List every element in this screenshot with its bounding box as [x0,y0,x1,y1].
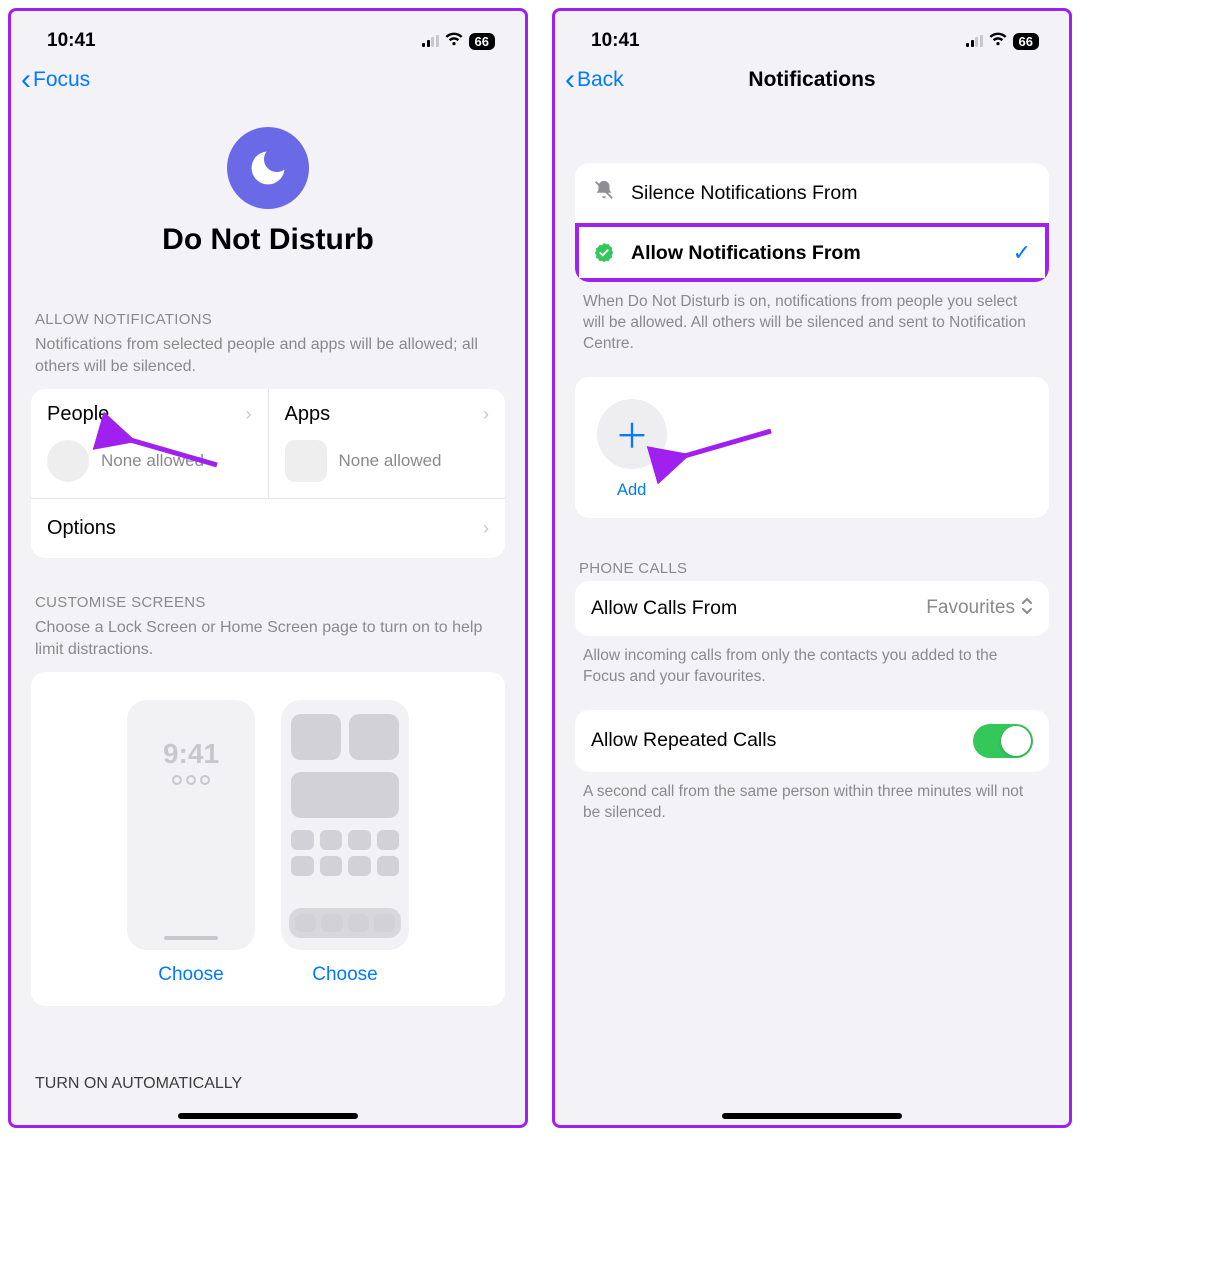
page-title: Notifications [555,68,1069,92]
allow-calls-value: Favourites [926,597,1015,619]
customise-desc: Choose a Lock Screen or Home Screen page… [31,615,505,672]
chevron-up-down-icon [1021,597,1033,619]
wifi-icon [445,32,463,51]
status-time: 10:41 [47,30,96,52]
home-screen-preview[interactable] [281,700,409,950]
home-screen-column: Choose [281,700,409,986]
status-bar: 10:41 66 [11,11,525,61]
add-label[interactable]: Add [617,481,1027,500]
nav-bar: ‹ Focus [11,61,525,109]
allow-card: People › None allowed Apps › N [31,389,505,558]
avatar-placeholder-icon [47,440,89,482]
allow-calls-row[interactable]: Allow Calls From Favourites [575,581,1049,636]
phone-left: 10:41 66 ‹ Focus Do Not Disturb ALLOW NO… [8,8,528,1128]
checkmark-icon: ✓ [1013,240,1031,266]
plus-icon: ＋ [615,409,649,458]
auto-header: TURN ON AUTOMATICALLY [35,1075,242,1093]
repeated-calls-row: Allow Repeated Calls [575,710,1049,772]
chevron-right-icon: › [483,518,489,539]
cellular-icon [422,35,439,47]
repeated-toggle[interactable] [973,724,1033,758]
screens-card: 9:41 Choose Choose [31,672,505,1006]
phone-calls-header: PHONE CALLS [575,536,1049,581]
back-button[interactable]: Back [577,68,624,92]
bell-slash-icon [593,179,615,207]
moon-icon [227,127,309,209]
lock-screen-column: 9:41 Choose [127,700,255,986]
selection-desc: When Do Not Disturb is on, notifications… [575,282,1049,355]
options-label: Options [47,517,116,540]
home-indicator[interactable] [722,1113,902,1119]
silence-label: Silence Notifications From [631,182,858,205]
app-placeholder-icon [285,440,327,482]
status-indicators: 66 [966,32,1039,51]
back-button[interactable]: Focus [33,68,90,92]
allow-row[interactable]: Allow Notifications From ✓ [575,223,1049,282]
add-button[interactable]: ＋ [597,399,667,469]
allow-notifications-desc: Notifications from selected people and a… [31,332,505,389]
chevron-right-icon: › [246,404,252,425]
options-row[interactable]: Options › [31,499,505,558]
people-cell[interactable]: People › None allowed [31,389,268,498]
choose-home-screen-button[interactable]: Choose [312,964,378,986]
choose-lock-screen-button[interactable]: Choose [158,964,224,986]
add-card: ＋ Add [575,377,1049,518]
customise-header: CUSTOMISE SCREENS [31,570,505,615]
people-status: None allowed [101,451,204,471]
people-label: People [47,403,109,426]
repeated-desc: A second call from the same person withi… [575,772,1049,824]
battery-icon: 66 [1013,33,1039,50]
back-chevron-icon[interactable]: ‹ [21,65,31,95]
wifi-icon [989,32,1007,51]
allow-notifications-header: ALLOW NOTIFICATIONS [31,287,505,332]
allow-calls-card: Allow Calls From Favourites [575,581,1049,636]
allow-calls-label: Allow Calls From [591,597,737,620]
status-time: 10:41 [591,30,640,52]
checkmark-seal-icon [593,242,615,264]
allow-label: Allow Notifications From [631,242,861,265]
apps-cell[interactable]: Apps › None allowed [268,389,506,498]
mock-time: 9:41 [137,738,245,770]
cellular-icon [966,35,983,47]
apps-label: Apps [285,403,331,426]
lock-screen-preview[interactable]: 9:41 [127,700,255,950]
battery-icon: 66 [469,33,495,50]
hero: Do Not Disturb [11,109,525,287]
page-title: Do Not Disturb [11,223,525,257]
mode-card: Silence Notifications From Allow Notific… [575,163,1049,282]
nav-bar: ‹ Back Notifications [555,61,1069,109]
repeated-calls-card: Allow Repeated Calls [575,710,1049,772]
chevron-right-icon: › [483,404,489,425]
phone-right: 10:41 66 ‹ Back Notifications Silence No… [552,8,1072,1128]
mock-dots-icon [137,772,245,790]
status-bar: 10:41 66 [555,11,1069,61]
calls-desc: Allow incoming calls from only the conta… [575,636,1049,688]
status-indicators: 66 [422,32,495,51]
home-indicator[interactable] [178,1113,358,1119]
apps-status: None allowed [339,451,442,471]
back-chevron-icon[interactable]: ‹ [565,65,575,95]
repeated-label: Allow Repeated Calls [591,729,776,752]
silence-row[interactable]: Silence Notifications From [575,163,1049,223]
